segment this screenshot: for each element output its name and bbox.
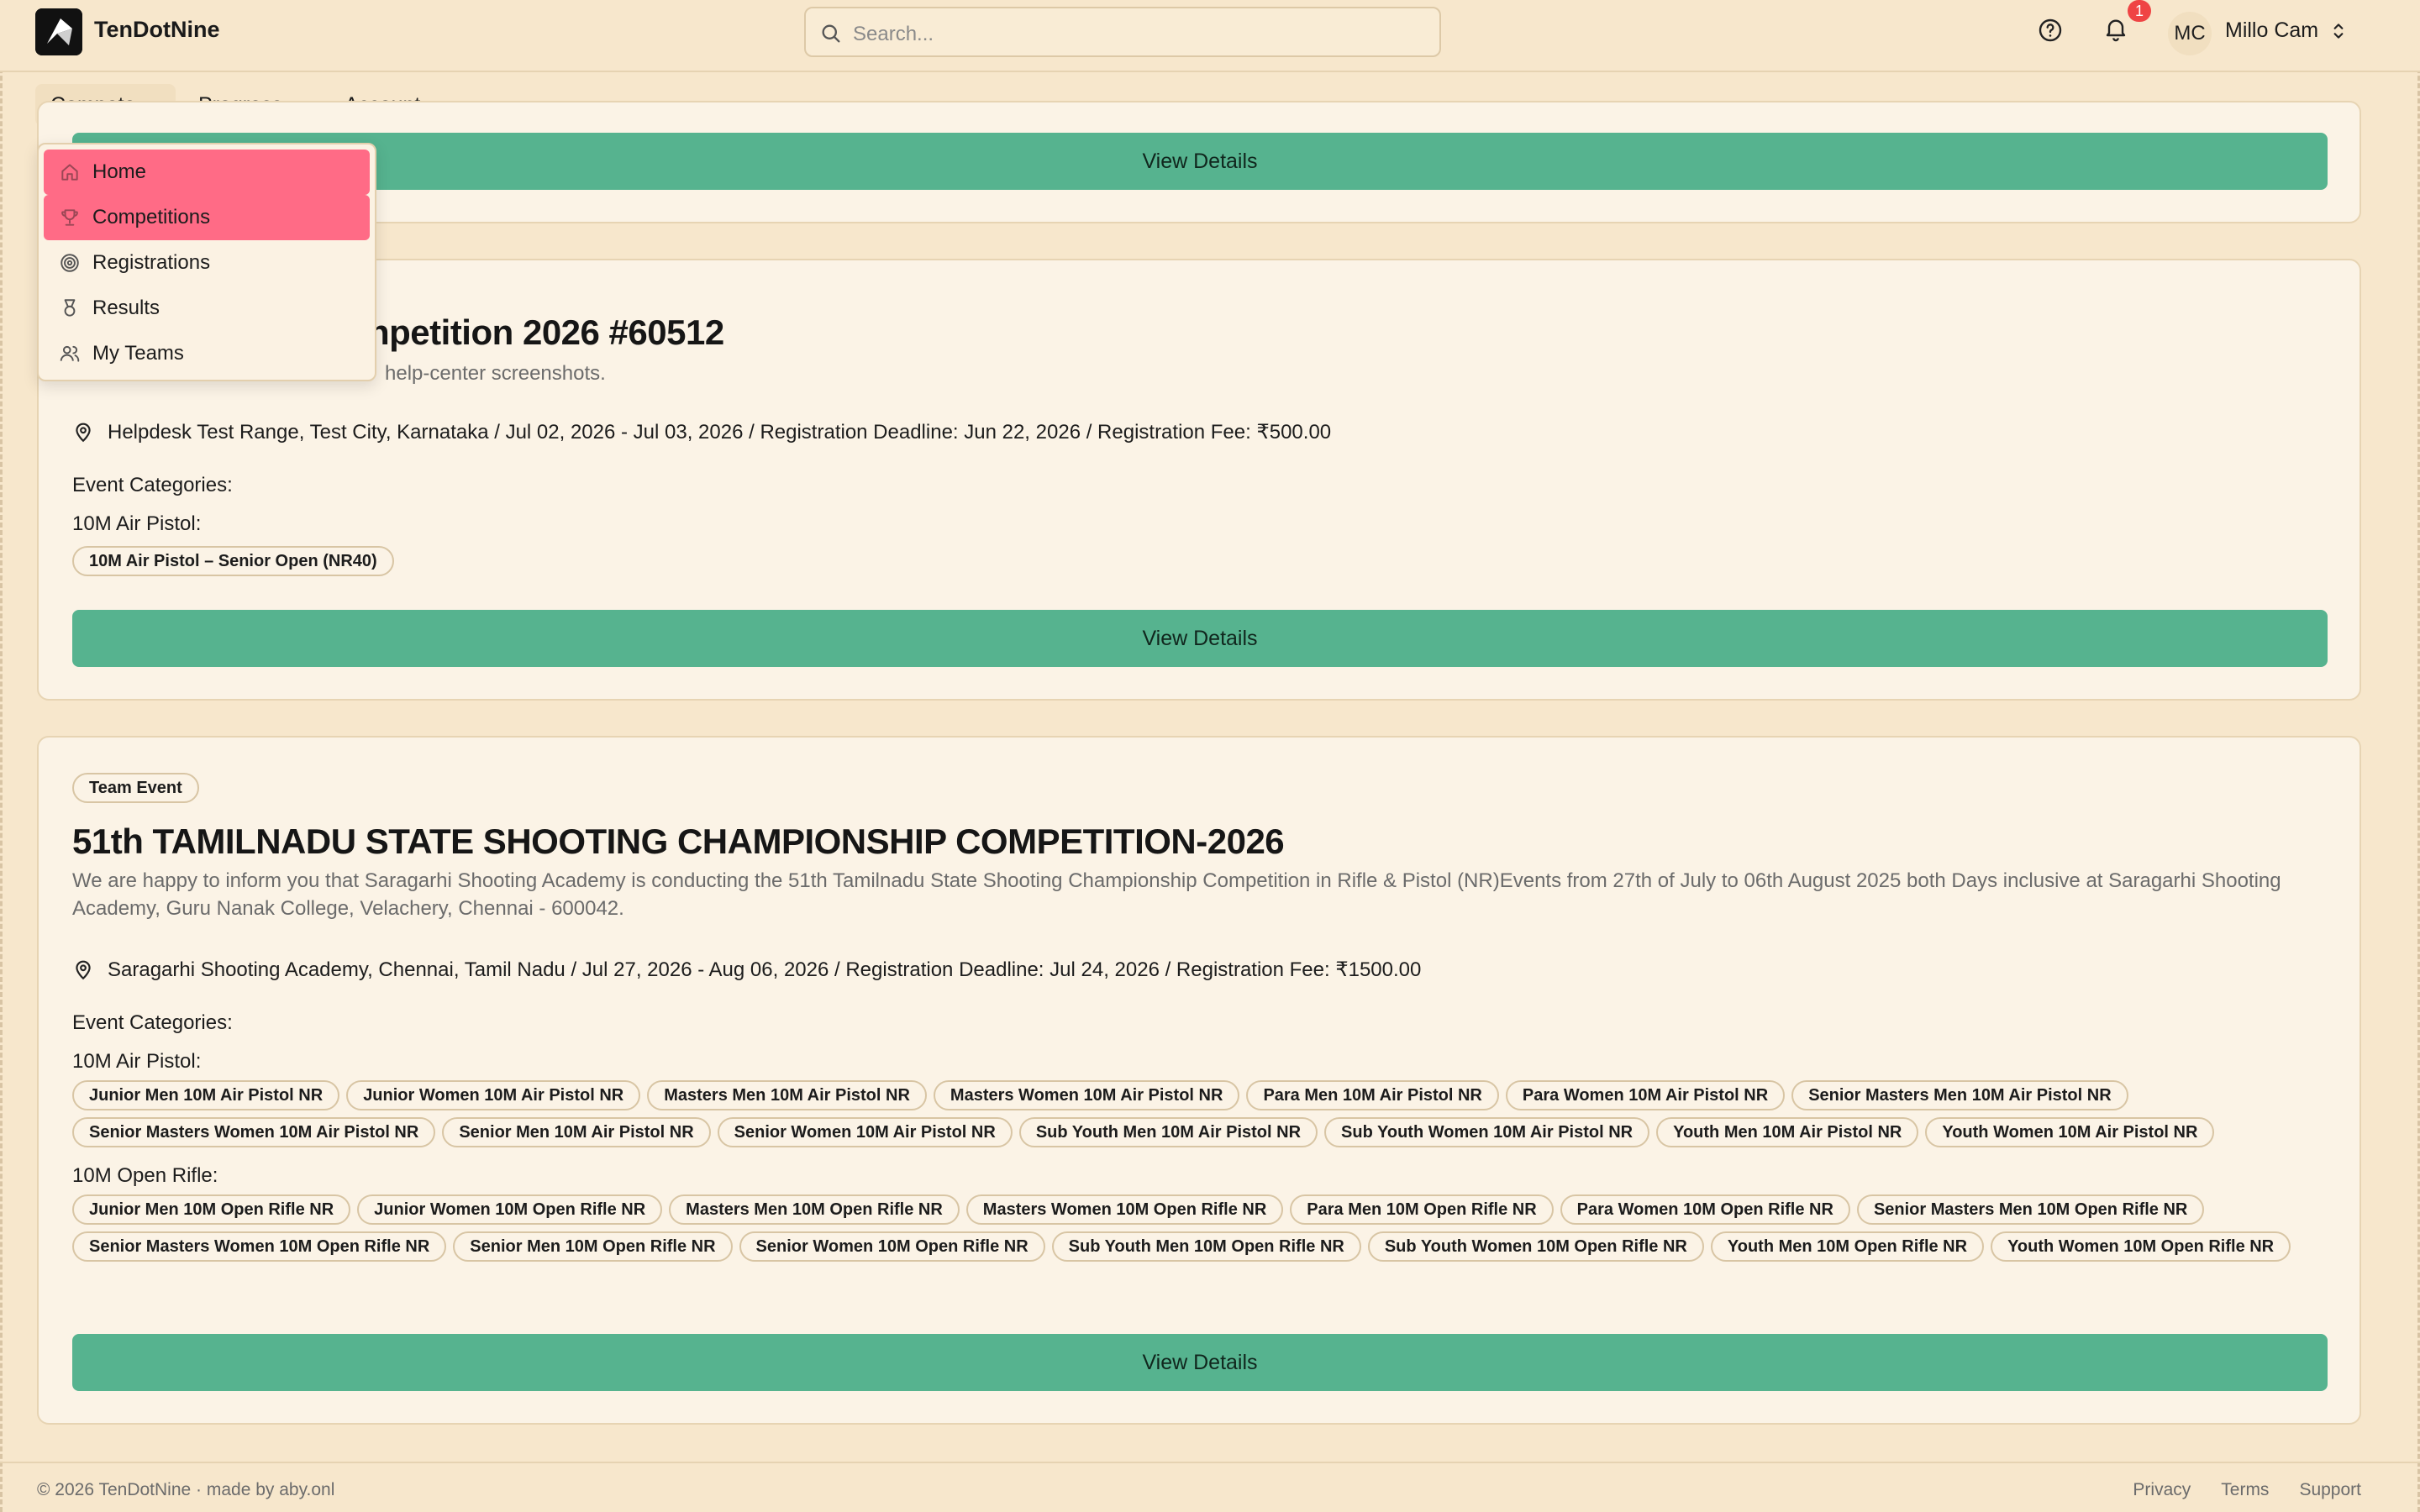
category-chip[interactable]: Senior Men 10M Open Rifle NR <box>453 1231 733 1262</box>
menu-item-label: Registrations <box>92 251 211 274</box>
card-meta-text: Helpdesk Test Range, Test City, Karnatak… <box>108 421 1332 444</box>
category-chip[interactable]: Youth Women 10M Open Rifle NR <box>1991 1231 2291 1262</box>
view-details-button[interactable]: View Details <box>72 610 2328 667</box>
category-chips-open-rifle: Junior Men 10M Open Rifle NR Junior Wome… <box>72 1194 2333 1262</box>
card-meta: Saragarhi Shooting Academy, Chennai, Tam… <box>72 958 1421 982</box>
category-chip[interactable]: Youth Women 10M Air Pistol NR <box>1925 1117 2215 1147</box>
category-group-label: 10M Air Pistol: <box>72 1050 202 1073</box>
menu-item-home[interactable]: Home <box>44 150 370 195</box>
avatar[interactable]: MC <box>2168 12 2212 55</box>
notification-badge: 1 <box>2128 0 2151 22</box>
compete-dropdown-menu: Home Competitions Registrations Results … <box>37 143 376 381</box>
card-description: help-center screenshots. <box>72 360 2324 387</box>
brand-name[interactable]: TenDotNine <box>94 17 220 43</box>
home-icon <box>61 164 78 181</box>
event-categories-label: Event Categories: <box>72 474 233 496</box>
category-chip[interactable]: Sub Youth Men 10M Air Pistol NR <box>1018 1117 1318 1147</box>
competition-card: Team Event 51th TAMILNADU STATE SHOOTING… <box>37 736 2361 1425</box>
category-chip[interactable]: Senior Men 10M Air Pistol NR <box>442 1117 711 1147</box>
card-description-text: help-center screenshots. <box>385 362 606 385</box>
search-placeholder: Search... <box>853 23 934 45</box>
users-icon <box>60 345 80 362</box>
footer-link-privacy[interactable]: Privacy <box>2133 1480 2191 1500</box>
chevrons-up-down-icon[interactable] <box>2328 20 2349 42</box>
card-meta-text: Saragarhi Shooting Academy, Chennai, Tam… <box>108 958 1422 981</box>
category-chip[interactable]: Masters Women 10M Air Pistol NR <box>933 1080 1240 1110</box>
card-title-text: npetition 2026 #60512 <box>368 312 724 352</box>
category-chip[interactable]: Junior Men 10M Open Rifle NR <box>72 1194 351 1225</box>
competition-card: npetition 2026 #60512 help-center screen… <box>37 259 2361 701</box>
footer-link-terms[interactable]: Terms <box>2221 1480 2269 1500</box>
notifications-button[interactable] <box>2102 15 2133 45</box>
map-pin-icon <box>76 423 91 442</box>
menu-item-label: My Teams <box>92 342 184 365</box>
user-name[interactable]: Millo Cam <box>2225 18 2318 43</box>
team-event-badge: Team Event <box>72 773 199 803</box>
category-chip[interactable]: Masters Men 10M Air Pistol NR <box>647 1080 927 1110</box>
category-chips: 10M Air Pistol – Senior Open (NR40) <box>72 546 2333 576</box>
menu-item-competitions[interactable]: Competitions <box>44 195 370 240</box>
category-chip[interactable]: Junior Women 10M Air Pistol NR <box>346 1080 641 1110</box>
category-chip[interactable]: Para Men 10M Air Pistol NR <box>1246 1080 1499 1110</box>
card-meta: Helpdesk Test Range, Test City, Karnatak… <box>72 420 1331 444</box>
menu-item-results[interactable]: Results <box>44 286 370 331</box>
category-chip[interactable]: Senior Masters Men 10M Air Pistol NR <box>1791 1080 2128 1110</box>
menu-item-label: Results <box>92 297 160 319</box>
category-chip[interactable]: Youth Men 10M Air Pistol NR <box>1656 1117 1919 1147</box>
menu-item-label: Competitions <box>92 206 211 228</box>
bell-icon <box>2106 19 2126 42</box>
app-logo[interactable] <box>35 8 82 55</box>
category-chip[interactable]: Sub Youth Men 10M Open Rifle NR <box>1051 1231 1361 1262</box>
category-chip[interactable]: Sub Youth Women 10M Open Rifle NR <box>1367 1231 1704 1262</box>
help-icon[interactable] <box>2037 17 2064 44</box>
logo-icon <box>35 8 82 55</box>
card-title[interactable]: 51th TAMILNADU STATE SHOOTING CHAMPIONSH… <box>72 822 1285 862</box>
trophy-icon <box>61 209 78 226</box>
menu-item-registrations[interactable]: Registrations <box>44 240 370 286</box>
medal-icon <box>64 299 76 317</box>
category-chip[interactable]: 10M Air Pistol – Senior Open (NR40) <box>72 546 394 576</box>
category-chip[interactable]: Sub Youth Women 10M Air Pistol NR <box>1324 1117 1650 1147</box>
footer-copyright: © 2026 TenDotNine · made by aby.onl <box>37 1480 335 1499</box>
search-icon <box>822 24 840 43</box>
category-chip[interactable]: Para Men 10M Open Rifle NR <box>1290 1194 1554 1225</box>
target-icon <box>60 254 79 272</box>
menu-item-my-teams[interactable]: My Teams <box>44 331 370 376</box>
view-details-button[interactable]: View Details <box>72 133 2328 190</box>
category-chip[interactable]: Junior Women 10M Open Rifle NR <box>357 1194 663 1225</box>
view-details-button[interactable]: View Details <box>72 1334 2328 1391</box>
category-chip[interactable]: Para Women 10M Air Pistol NR <box>1505 1080 1786 1110</box>
category-chip[interactable]: Masters Men 10M Open Rifle NR <box>669 1194 960 1225</box>
category-chip[interactable]: Youth Men 10M Open Rifle NR <box>1710 1231 1985 1262</box>
top-bar: TenDotNine Search... 1 MC Millo Cam <box>0 0 2420 72</box>
category-chip[interactable]: Senior Masters Women 10M Open Rifle NR <box>72 1231 447 1262</box>
category-group-label: 10M Open Rifle: <box>72 1164 218 1187</box>
category-group-label: 10M Air Pistol: <box>72 512 202 535</box>
category-chip[interactable]: Senior Masters Men 10M Open Rifle NR <box>1856 1194 2205 1225</box>
category-chip[interactable]: Para Women 10M Open Rifle NR <box>1560 1194 1850 1225</box>
menu-item-label: Home <box>92 160 147 183</box>
category-chip[interactable]: Senior Masters Women 10M Air Pistol NR <box>72 1117 436 1147</box>
map-pin-icon <box>76 960 91 979</box>
search-input[interactable]: Search... <box>804 7 1441 57</box>
category-chip[interactable]: Senior Women 10M Air Pistol NR <box>717 1117 1013 1147</box>
event-categories-label: Event Categories: <box>72 1011 233 1034</box>
footer-links: Privacy Terms Support <box>2133 1480 2361 1500</box>
competition-card: View Details <box>37 101 2361 223</box>
category-chip[interactable]: Masters Women 10M Open Rifle NR <box>965 1194 1284 1225</box>
card-description: We are happy to inform you that Saragarh… <box>72 869 2281 920</box>
category-chip[interactable]: Junior Men 10M Air Pistol NR <box>72 1080 340 1110</box>
category-chip[interactable]: Senior Women 10M Open Rifle NR <box>739 1231 1045 1262</box>
category-chips-air-pistol: Junior Men 10M Air Pistol NR Junior Wome… <box>72 1080 2333 1147</box>
footer-link-support[interactable]: Support <box>2299 1480 2361 1500</box>
footer: © 2026 TenDotNine · made by aby.onl Priv… <box>0 1462 2420 1512</box>
